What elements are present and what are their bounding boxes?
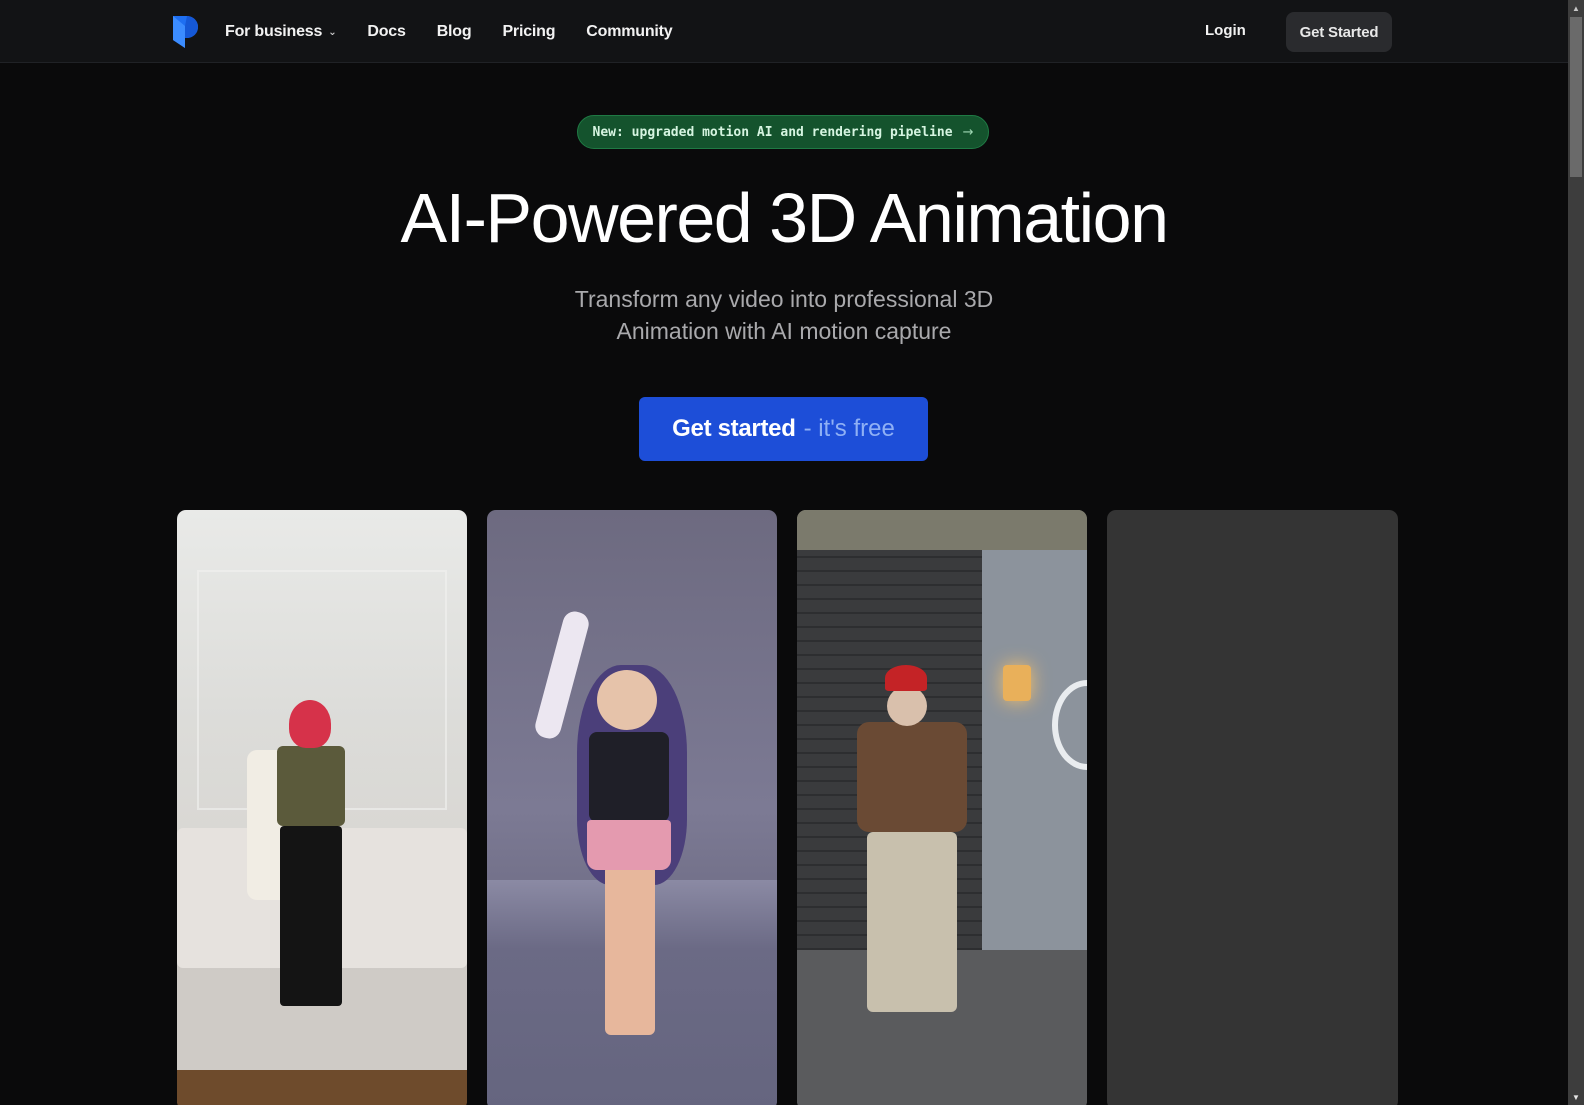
brand-logo-icon[interactable]: [171, 14, 199, 50]
vertical-scrollbar[interactable]: ▲ ▼: [1568, 0, 1584, 1105]
cta-get-started-free-button[interactable]: Get started - it's free: [639, 397, 928, 461]
get-started-button[interactable]: Get Started: [1286, 12, 1392, 52]
cta-main-label: Get started: [672, 415, 796, 442]
scroll-up-arrow-icon[interactable]: ▲: [1568, 0, 1584, 16]
wall-lamp: [1003, 665, 1031, 701]
character-legs: [605, 865, 655, 1035]
main-nav: For business ⌄ Docs Blog Pricing Communi…: [225, 0, 704, 63]
chevron-down-icon: ⌄: [328, 27, 337, 38]
wall: [982, 550, 1087, 990]
arrow-right-icon: →: [962, 124, 974, 140]
hero-subtitle-line2: Animation with AI motion capture: [616, 318, 952, 344]
hero-title: AI-Powered 3D Animation: [400, 179, 1169, 257]
cta-sub-label: - it's free: [803, 415, 895, 442]
nav-for-business-label: For business: [225, 22, 323, 40]
nav-for-business[interactable]: For business ⌄: [225, 22, 337, 41]
dancer-head: [887, 686, 927, 726]
announcement-text: New: upgraded motion AI and rendering pi…: [592, 124, 953, 140]
dancer-head: [289, 700, 331, 748]
character-jacket: [589, 732, 669, 822]
wood-floor: [177, 1070, 467, 1105]
top-navbar: For business ⌄ Docs Blog Pricing Communi…: [0, 0, 1568, 63]
nav-blog[interactable]: Blog: [437, 23, 472, 41]
character-head: [597, 670, 657, 730]
dancer-legs: [867, 832, 957, 1012]
showcase-video-card[interactable]: [487, 510, 777, 1105]
announcement-pill[interactable]: New: upgraded motion AI and rendering pi…: [577, 115, 989, 149]
hero-subtitle: Transform any video into professional 3D…: [0, 283, 1568, 347]
nav-pricing[interactable]: Pricing: [502, 23, 555, 41]
login-link[interactable]: Login: [1205, 22, 1246, 39]
scroll-down-arrow-icon[interactable]: ▼: [1568, 1089, 1584, 1105]
dancer-torso: [857, 722, 967, 832]
nav-docs[interactable]: Docs: [367, 23, 406, 41]
scrollbar-thumb[interactable]: [1570, 17, 1582, 177]
nav-community[interactable]: Community: [586, 23, 672, 41]
ceiling: [797, 510, 1087, 550]
dancer-torso: [277, 746, 345, 826]
showcase-video-card[interactable]: [177, 510, 467, 1105]
page: For business ⌄ Docs Blog Pricing Communi…: [0, 0, 1568, 1105]
character-skirt: [587, 820, 671, 870]
hero-subtitle-line1: Transform any video into professional 3D: [574, 286, 994, 312]
showcase-video-placeholder[interactable]: [1107, 510, 1398, 1105]
red-beanie: [885, 665, 927, 691]
showcase-video-card[interactable]: [797, 510, 1087, 1105]
dancer-legs: [280, 826, 342, 1006]
